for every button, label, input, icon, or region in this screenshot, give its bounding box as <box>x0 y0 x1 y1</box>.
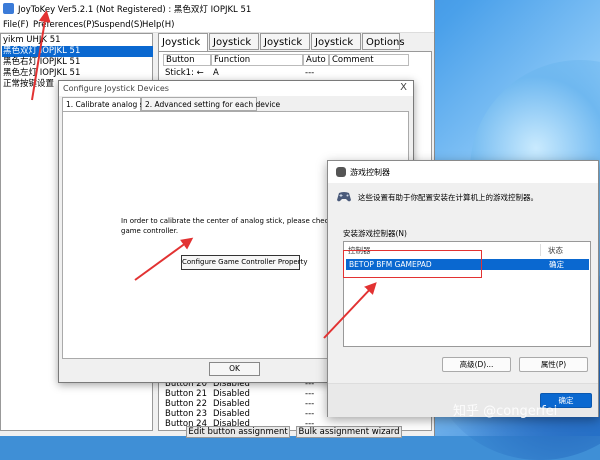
annotation-arrows <box>31 10 377 339</box>
annotation-arrow <box>134 237 194 281</box>
annotation-arrow <box>323 282 377 339</box>
annotation-arrow <box>31 10 51 101</box>
watermark: 知乎 @congerfei <box>453 404 558 419</box>
